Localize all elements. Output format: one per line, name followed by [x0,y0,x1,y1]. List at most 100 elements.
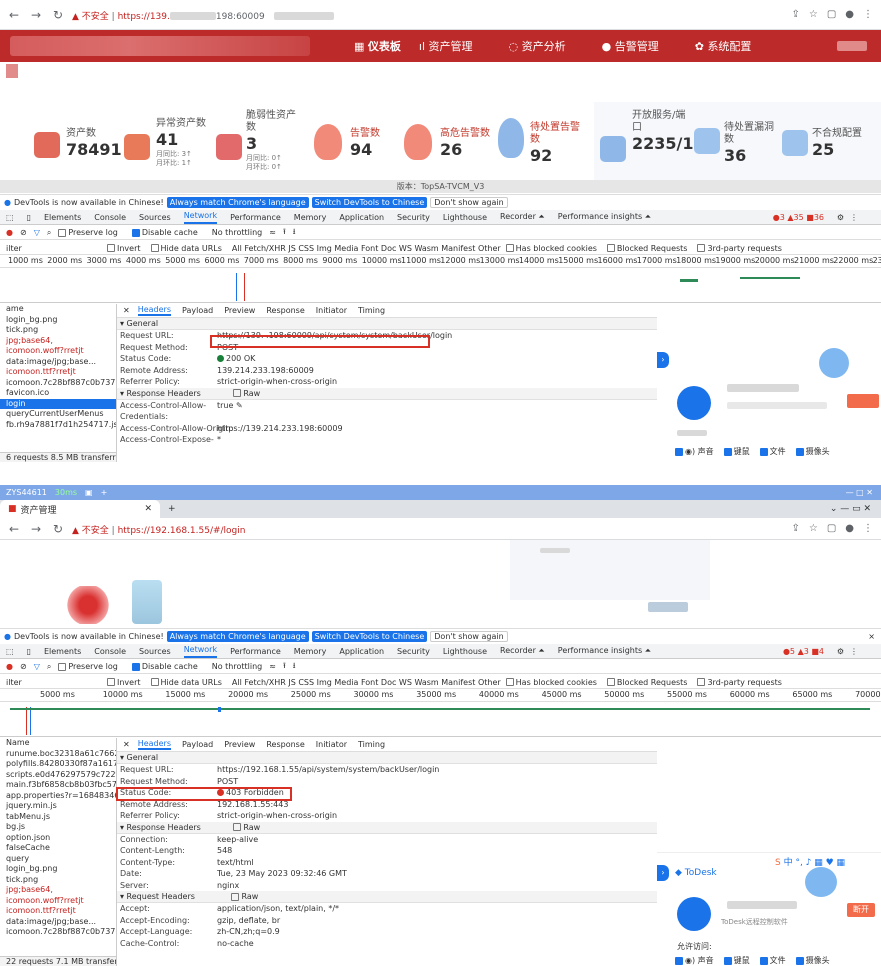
tab-performance[interactable]: Performance [230,647,281,656]
todesk-sound-toggle[interactable]: ◉) 声音 [675,446,714,457]
detail-tab[interactable]: Initiator [316,306,347,315]
throttling-select[interactable]: No throttling [212,662,263,671]
dont-show-again-button[interactable]: Don't show again [430,196,508,208]
todesk-sound-toggle[interactable]: ◉) 声音 [675,955,714,966]
detail-tab[interactable]: Timing [358,306,385,315]
filter-input[interactable]: ilter [6,678,102,687]
tab-security[interactable]: Security [397,213,430,222]
request-row[interactable]: tick.png [0,325,116,336]
blocked-requests-checkbox[interactable]: Blocked Requests [606,244,693,253]
stat-high-risk-alarms[interactable]: 高危告警数 26 [402,102,494,180]
inspect-icon[interactable]: ⬚ [6,647,14,656]
switch-chinese-button[interactable]: Switch DevTools to Chinese [311,196,428,208]
tab-application[interactable]: Application [339,647,384,656]
nav-asset-management[interactable]: ıl 资产管理 [419,38,491,54]
nav-alarm-management[interactable]: ● 告警管理 [602,38,677,54]
request-row[interactable]: bg.js [0,822,116,833]
tab-memory[interactable]: Memory [294,213,327,222]
forward-icon[interactable]: → [28,8,44,22]
record-icon[interactable]: ● [6,228,13,237]
tab-sources[interactable]: Sources [139,647,171,656]
sogou-ime-toolbar[interactable]: S 中 °, ♪ ▦ ♥ ▦ [775,855,846,868]
response-headers-section[interactable]: ▾ Response Headers Raw [117,821,657,834]
request-row[interactable]: login_bg.png [0,864,116,875]
user-avatar[interactable] [837,41,867,51]
back-icon[interactable]: ← [6,8,22,22]
request-row[interactable]: tick.png [0,875,116,886]
tab-recorder[interactable]: Recorder ⏶ [500,646,545,656]
close-details-icon[interactable]: ✕ [123,306,130,315]
third-party-checkbox[interactable]: 3rd-party requests [697,678,786,687]
preserve-log-checkbox[interactable]: Preserve log [58,662,125,671]
record-icon[interactable]: ● [6,662,13,671]
tab-lighthouse[interactable]: Lighthouse [443,213,487,222]
todesk-camera-toggle[interactable]: 摄像头 [795,955,830,966]
share-icon[interactable]: ⇪ [791,523,799,534]
tab-performance[interactable]: Performance [230,213,281,222]
settings-gear-icon[interactable]: ⚙ [837,213,844,222]
throttling-select[interactable]: No throttling [212,228,263,237]
request-row[interactable]: polyfills.84280330f87a161788 [0,759,116,770]
issue-badges[interactable]: ●3 ▲35 ■36 [773,213,824,222]
request-row[interactable]: ame [0,304,116,315]
todesk-keyboard-toggle[interactable]: 键鼠 [723,955,750,966]
sidepanel-icon[interactable]: ▢ [827,523,836,534]
todesk-file-toggle[interactable]: 文件 [759,955,786,966]
request-row[interactable]: data:image/jpg;base... [0,917,116,928]
request-row[interactable]: app.properties?r=1684834672 [0,791,116,802]
menu-icon[interactable]: ⋮ [863,9,873,20]
filter-input[interactable]: ilter [6,244,102,253]
detail-tab[interactable]: Payload [182,306,213,315]
tab-elements[interactable]: Elements [44,213,81,222]
new-tab-icon[interactable]: + [168,504,176,514]
tab-security[interactable]: Security [397,647,430,656]
request-row[interactable]: icomoon.ttf?rretjt [0,367,116,378]
stat-pending-alarms[interactable]: 待处置告警数 92 [494,102,590,180]
tab-performance-insights[interactable]: Performance insights ⏶ [558,646,651,656]
search-icon[interactable]: ⌕ [47,662,51,672]
request-row[interactable]: fb.rh9a7881f7d1h254717.js [0,420,116,431]
star-icon[interactable]: ☆ [809,9,818,20]
sidepanel-icon[interactable]: ▢ [827,9,836,20]
hide-data-urls-checkbox[interactable]: Hide data URLs [150,678,227,687]
disable-cache-checkbox[interactable]: Disable cache [131,228,205,237]
filter-icon[interactable]: ▽ [34,662,40,671]
request-row[interactable]: login_bg.png [0,315,116,326]
hide-data-urls-checkbox[interactable]: Hide data URLs [150,244,227,253]
close-details-icon[interactable]: ✕ [123,740,130,749]
tab-network[interactable]: Network [183,211,218,224]
detail-tab[interactable]: Preview [224,740,255,749]
blocked-requests-checkbox[interactable]: Blocked Requests [606,678,693,687]
request-list[interactable]: ame login_bg.png tick.png jpg;base64, icomoo… [0,304,117,462]
import-icon[interactable]: ⭱ [283,660,286,674]
device-icon[interactable]: ▯ [27,213,31,222]
forward-icon[interactable]: → [28,522,44,536]
tab-asset-management[interactable]: ■ 资产管理 ✕ [0,500,160,518]
request-row[interactable]: login [0,398,116,409]
response-headers-section[interactable]: ▾ Response Headers Raw [117,387,657,400]
nav-system-config[interactable]: ✿ 系统配置 [695,38,770,54]
inspect-icon[interactable]: ⬚ [6,213,14,222]
stat-vulnerable-assets[interactable]: 脆弱性资产数 3 月同比: 0↑ 月环比: 0↑ [214,102,306,180]
request-row[interactable]: icomoon.woff?rretjt [0,346,116,357]
clear-icon[interactable]: ⊘ [20,228,27,237]
window-controls[interactable]: — □ ✕ [846,488,873,497]
request-row[interactable]: data:image/jpg;base... [0,357,116,368]
hd-icon[interactable]: ▣ [85,488,93,497]
request-row[interactable]: icomoon.7c28bf887c0b7376b [0,378,116,389]
todesk-keyboard-toggle[interactable]: 键鼠 [723,446,750,457]
blocked-cookies-checkbox[interactable]: Has blocked cookies [505,678,602,687]
bottom-address-bar[interactable]: ▲ 不安全 | https://192.168.1.55/#/login [72,523,245,536]
request-row[interactable]: query [0,854,116,865]
export-icon[interactable]: ⭳ [293,226,296,240]
request-row[interactable]: jpg;base64, [0,336,116,347]
blocked-cookies-checkbox[interactable]: Has blocked cookies [505,244,602,253]
detail-tab[interactable]: Preview [224,306,255,315]
todesk-file-toggle[interactable]: 文件 [759,446,786,457]
detail-tab[interactable]: Headers [137,739,171,750]
close-banner-icon[interactable]: × [868,632,875,641]
stat-alarms[interactable]: 告警数 94 [312,102,400,180]
profile-icon[interactable]: ● [845,9,854,20]
waterfall-overview[interactable] [0,269,881,303]
request-row[interactable]: favicon.ico [0,388,116,399]
